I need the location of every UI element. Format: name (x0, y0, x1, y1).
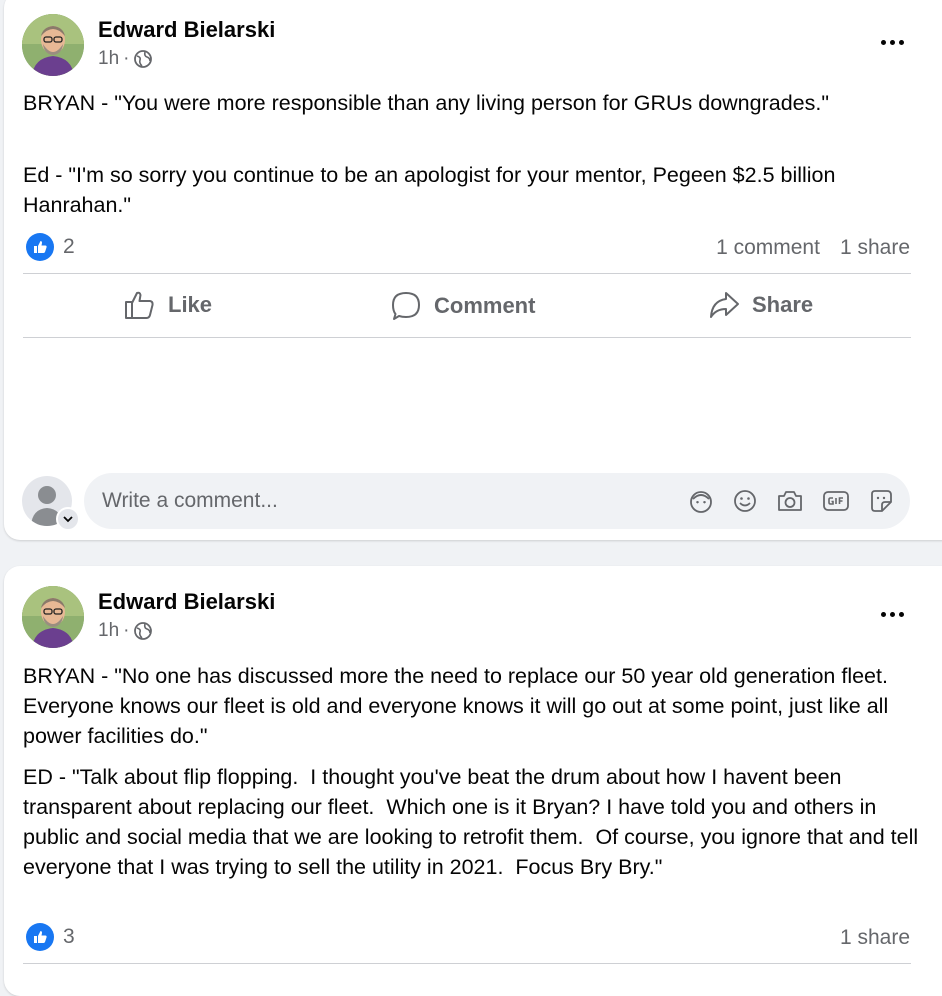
speech-bubble-icon (392, 292, 420, 320)
share-arrow-icon (710, 292, 739, 318)
comment-tools (688, 488, 894, 514)
like-reaction-icon (26, 923, 54, 951)
author-avatar[interactable] (22, 14, 84, 76)
post-meta: 1h · (98, 48, 153, 70)
divider (23, 273, 911, 274)
reaction-count: 3 (63, 925, 75, 948)
more-dot (889, 611, 895, 617)
post-paragraph: BRYAN - "You were more responsible than … (23, 91, 829, 115)
post-time[interactable]: 1h (98, 48, 119, 70)
like-button[interactable]: Like (124, 290, 212, 320)
post-stats: 1 comment 1 share (716, 236, 910, 260)
post-paragraph: ED - "Talk about flip flopping. I though… (23, 765, 925, 879)
avatar-sticker-icon[interactable] (688, 488, 714, 514)
shares-count-link[interactable]: 1 share (840, 926, 910, 950)
reactions-summary[interactable]: 3 (26, 923, 75, 951)
author-avatar[interactable] (22, 586, 84, 648)
post-text: ED - "Talk about flip flopping. I though… (23, 762, 923, 882)
divider (23, 963, 911, 964)
author-name[interactable]: Edward Bielarski (98, 589, 275, 615)
thumbs-up-icon (125, 291, 154, 319)
comment-input[interactable]: Write a comment... (84, 473, 910, 529)
share-button[interactable]: Share (708, 290, 813, 320)
avatar-photo (22, 14, 84, 76)
like-label: Like (168, 292, 213, 317)
post-paragraph: BRYAN - "No one has discussed more the n… (23, 664, 900, 748)
share-label: Share (752, 292, 814, 317)
post-text: BRYAN - "You were more responsible than … (23, 88, 923, 118)
more-dot (898, 39, 904, 45)
post-text: Ed - "I'm so sorry you continue to be an… (23, 160, 923, 220)
gif-icon[interactable] (822, 488, 850, 514)
post-text: BRYAN - "No one has discussed more the n… (23, 661, 923, 751)
post-card: Edward Bielarski 1h · BRYAN - "You were … (4, 0, 942, 540)
comment-button[interactable]: Comment (390, 290, 535, 322)
more-dot (889, 39, 895, 45)
author-name[interactable]: Edward Bielarski (98, 17, 275, 43)
comment-placeholder: Write a comment... (102, 489, 278, 512)
post-paragraph: Ed - "I'm so sorry you continue to be an… (23, 163, 842, 217)
profile-switch-button[interactable] (56, 507, 80, 531)
emoji-icon[interactable] (732, 488, 758, 514)
post-card: Edward Bielarski 1h · BRYAN - "No one ha… (4, 566, 942, 996)
post-stats: 1 share (840, 926, 910, 950)
post-time[interactable]: 1h (98, 620, 119, 642)
globe-icon (134, 50, 153, 68)
avatar-photo (22, 586, 84, 648)
chevron-down-icon (63, 516, 73, 523)
like-reaction-icon (26, 233, 54, 261)
reaction-count: 2 (63, 235, 75, 258)
more-options-button[interactable] (872, 32, 912, 52)
sticker-icon[interactable] (868, 488, 894, 514)
more-horizontal-icon (880, 611, 886, 617)
post-meta: 1h · (98, 620, 153, 642)
more-horizontal-icon (880, 39, 886, 45)
more-options-button[interactable] (872, 604, 912, 624)
shares-count-link[interactable]: 1 share (840, 236, 910, 260)
camera-icon[interactable] (776, 488, 804, 514)
meta-separator: · (123, 48, 130, 69)
reactions-summary[interactable]: 2 (26, 233, 75, 261)
divider (23, 337, 911, 338)
globe-icon (134, 622, 153, 640)
comment-label: Comment (434, 293, 536, 318)
meta-separator: · (123, 620, 130, 641)
comments-count-link[interactable]: 1 comment (716, 236, 820, 260)
more-dot (898, 611, 904, 617)
